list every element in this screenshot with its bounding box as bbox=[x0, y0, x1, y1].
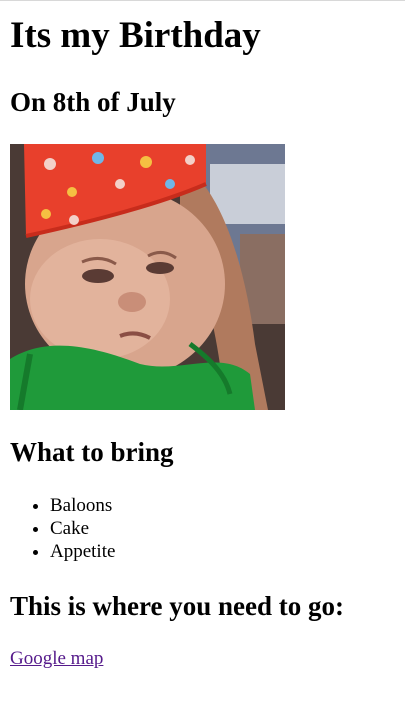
list-item: Appetite bbox=[50, 540, 115, 563]
what-to-bring-heading: What to bring bbox=[10, 437, 174, 467]
where-to-go-heading: This is where you need to go: bbox=[10, 591, 345, 621]
bring-list: Baloons Cake Appetite bbox=[10, 494, 115, 563]
birthday-baby-image bbox=[10, 144, 285, 410]
google-map-link[interactable]: Google map bbox=[10, 648, 103, 670]
birthday-photo bbox=[10, 144, 285, 410]
page-title: Its my Birthday bbox=[10, 15, 261, 56]
top-divider bbox=[0, 0, 405, 1]
date-heading: On 8th of July bbox=[10, 87, 176, 117]
list-item: Baloons bbox=[50, 494, 115, 517]
list-item: Cake bbox=[50, 517, 115, 540]
